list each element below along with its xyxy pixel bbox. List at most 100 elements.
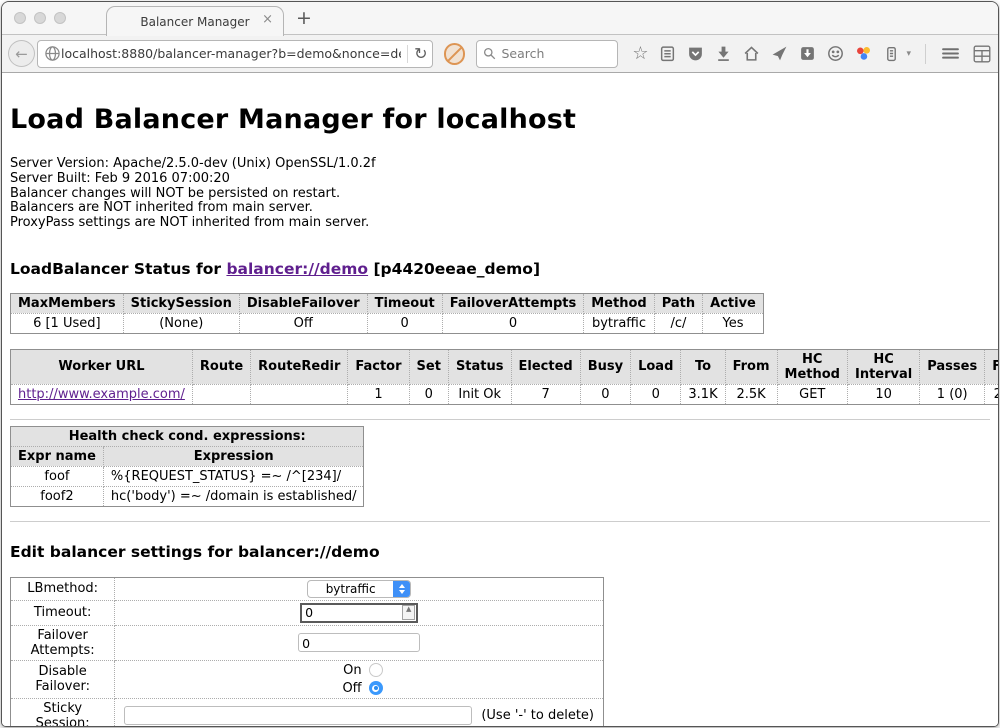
pocket-icon[interactable] bbox=[687, 45, 704, 62]
zoom-window-button[interactable] bbox=[54, 12, 66, 24]
radio-off-selected[interactable] bbox=[369, 681, 383, 695]
edit-settings-heading: Edit balancer settings for balancer://de… bbox=[10, 543, 990, 561]
col-disablefailover: DisableFailover bbox=[239, 293, 367, 313]
timeout-value: 0 bbox=[302, 605, 402, 620]
toolbar-icons: ☆ bbox=[632, 44, 992, 64]
content-blocked-icon[interactable] bbox=[444, 43, 466, 65]
window-controls bbox=[14, 12, 66, 24]
failover-attempts-input[interactable]: 0 bbox=[298, 633, 420, 652]
disable-failover-radios: On Off bbox=[122, 663, 596, 696]
feedback-smiley-icon[interactable] bbox=[827, 45, 844, 62]
cell-timeout: 0 bbox=[367, 313, 442, 333]
timeout-input[interactable]: 0 ▲ bbox=[300, 603, 418, 623]
cell-active: Yes bbox=[703, 313, 764, 333]
cell-set: 0 bbox=[409, 384, 448, 404]
proxypass-note: ProxyPass settings are NOT inherited fro… bbox=[10, 216, 990, 231]
reading-list-icon[interactable] bbox=[659, 45, 676, 62]
col-routeredir: RouteRedir bbox=[251, 349, 348, 384]
tab-balancer-manager[interactable]: Balancer Manager × bbox=[106, 6, 284, 36]
col-load: Load bbox=[631, 349, 681, 384]
col-expression: Expression bbox=[103, 446, 364, 466]
lbmethod-select[interactable]: bytraffic bbox=[307, 580, 411, 598]
col-timeout: Timeout bbox=[367, 293, 442, 313]
cell-to: 3.1K bbox=[681, 384, 725, 404]
col-route: Route bbox=[192, 349, 250, 384]
minimize-window-button[interactable] bbox=[34, 12, 46, 24]
newsfeed-grid-icon[interactable] bbox=[972, 44, 992, 64]
cell-from: 2.5K bbox=[725, 384, 777, 404]
col-active: Active bbox=[703, 293, 764, 313]
status-heading-prefix: LoadBalancer Status for bbox=[10, 260, 226, 278]
search-icon bbox=[483, 47, 496, 60]
worker-table: Worker URL Route RouteRedir Factor Set S… bbox=[10, 349, 998, 405]
cell-stickysession: (None) bbox=[123, 313, 239, 333]
url-bar[interactable]: localhost:8880/balancer-manager?b=demo&n… bbox=[37, 40, 433, 68]
tab-title: Balancer Manager bbox=[140, 15, 249, 29]
table-row: 6 [1 Used] (None) Off 0 0 bytraffic /c/ … bbox=[11, 313, 764, 333]
col-stickysession: StickySession bbox=[123, 293, 239, 313]
tab-close-icon[interactable]: × bbox=[262, 13, 273, 26]
col-from: From bbox=[725, 349, 777, 384]
table-header-row: MaxMembers StickySession DisableFailover… bbox=[11, 293, 764, 313]
frame-arrow-icon[interactable] bbox=[799, 45, 816, 62]
col-busy: Busy bbox=[580, 349, 630, 384]
panel-battery-icon[interactable] bbox=[883, 45, 900, 62]
extension-dots-icon[interactable] bbox=[855, 45, 872, 62]
sticky-session-input[interactable] bbox=[124, 706, 472, 725]
divider bbox=[10, 419, 990, 420]
cell-route bbox=[192, 384, 250, 404]
cell-hc-method: GET bbox=[777, 384, 847, 404]
page-title: Load Balancer Manager for localhost bbox=[10, 73, 990, 135]
edit-balancer-form: LBmethod: bytraffic Timeout: 0 ▲ bbox=[10, 577, 604, 727]
divider bbox=[10, 521, 990, 522]
search-placeholder: Search bbox=[501, 46, 544, 61]
col-elected: Elected bbox=[511, 349, 580, 384]
reload-icon[interactable]: ↻ bbox=[414, 46, 427, 62]
balancer-status-table: MaxMembers StickySession DisableFailover… bbox=[10, 293, 764, 334]
radio-on-label: On bbox=[336, 663, 362, 678]
server-version: Server Version: Apache/2.5.0-dev (Unix) … bbox=[10, 157, 990, 172]
page-content: Load Balancer Manager for localhost Serv… bbox=[2, 73, 998, 727]
cell-passes: 1 (0) bbox=[920, 384, 985, 404]
search-bar[interactable]: Search bbox=[476, 40, 618, 68]
toolbar-divider bbox=[925, 44, 926, 64]
cell-fails: 2 (0) bbox=[985, 384, 998, 404]
cell-load: 0 bbox=[631, 384, 681, 404]
health-check-table: Health check cond. expressions: Expr nam… bbox=[10, 426, 364, 507]
menu-hamburger-icon[interactable] bbox=[940, 45, 961, 62]
urlbar-divider bbox=[407, 45, 408, 63]
chevron-down-icon[interactable]: ▾ bbox=[906, 49, 911, 59]
persist-note: Balancer changes will NOT be persisted o… bbox=[10, 187, 990, 202]
cell-expression: %{REQUEST_STATUS} =~ /^[234]/ bbox=[103, 466, 364, 486]
navigation-toolbar: ← localhost:8880/balancer-manager?b=demo… bbox=[2, 35, 998, 73]
back-button[interactable]: ← bbox=[8, 40, 35, 67]
globe-icon bbox=[44, 45, 61, 62]
downloads-icon[interactable] bbox=[715, 45, 732, 62]
cell-elected: 7 bbox=[511, 384, 580, 404]
col-to: To bbox=[681, 349, 725, 384]
table-header-row: Worker URL Route RouteRedir Factor Set S… bbox=[11, 349, 999, 384]
cell-expr-name: foof2 bbox=[11, 486, 104, 506]
col-set: Set bbox=[409, 349, 448, 384]
server-built: Server Built: Feb 9 2016 07:00:20 bbox=[10, 172, 990, 187]
bookmark-star-icon[interactable]: ☆ bbox=[632, 45, 648, 62]
radio-on[interactable] bbox=[369, 663, 383, 677]
home-icon[interactable] bbox=[743, 45, 760, 62]
health-row: foof2 hc('body') =~ /domain is establish… bbox=[11, 486, 364, 506]
cell-expr-name: foof bbox=[11, 466, 104, 486]
new-tab-button[interactable]: + bbox=[296, 9, 312, 28]
worker-url-link[interactable]: http://www.example.com/ bbox=[18, 387, 185, 402]
url-text[interactable]: localhost:8880/balancer-manager?b=demo&n… bbox=[61, 46, 401, 61]
send-plane-icon[interactable] bbox=[771, 45, 788, 62]
cell-disablefailover: Off bbox=[239, 313, 367, 333]
col-passes: Passes bbox=[920, 349, 985, 384]
col-expr-name: Expr name bbox=[11, 446, 104, 466]
close-window-button[interactable] bbox=[14, 12, 26, 24]
number-spinner-icon[interactable]: ▲ bbox=[402, 605, 415, 620]
inherit-note: Balancers are NOT inherited from main se… bbox=[10, 201, 990, 216]
cell-failoverattempts: 0 bbox=[442, 313, 584, 333]
select-stepper-icon bbox=[393, 580, 410, 598]
sticky-session-label: Sticky Session: bbox=[11, 698, 115, 727]
col-worker-url: Worker URL bbox=[11, 349, 193, 384]
balancer-demo-link[interactable]: balancer://demo bbox=[226, 260, 368, 278]
